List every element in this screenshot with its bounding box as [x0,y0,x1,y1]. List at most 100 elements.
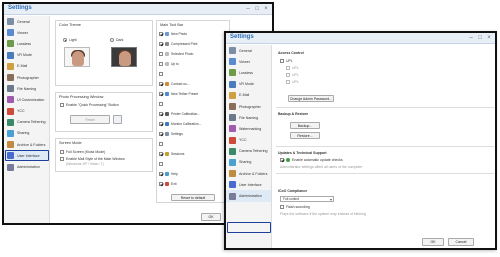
sidebar-item[interactable]: Viewer [226,56,271,67]
sidebar-item[interactable]: E-Mail [4,61,49,72]
close-icon[interactable]: × [486,35,492,41]
icc-compliance-select[interactable]: Full control [280,196,334,202]
toolbar-item-checkbox[interactable] [159,42,163,47]
toolbar-item-checkbox[interactable] [159,82,163,87]
sidebar-item[interactable]: File Naming [4,83,49,94]
toolbar-item-checkbox[interactable] [159,52,163,57]
sidebar-item-icon [7,62,14,70]
sidebar-item[interactable]: UI Customization [4,94,49,105]
auto-update-checkbox[interactable] [280,158,284,162]
light-theme-preview[interactable] [64,47,90,67]
sidebar-item[interactable]: Archive & Folders [4,139,49,150]
reset-button[interactable]: Reset [70,115,110,124]
cancel-button[interactable]: Cancel [448,238,474,246]
change-admin-password-button[interactable]: Change Admin Password... [288,95,334,102]
sidebar-item-label: E-Mail [239,93,250,98]
flash-sounding-checkbox[interactable] [280,205,284,209]
toolbar-item[interactable] [159,100,171,108]
sidebar-item[interactable]: Photographer [4,72,49,83]
window-controls: – □ × [245,6,269,12]
ok-button[interactable]: OK [422,238,444,246]
sidebar-item[interactable]: VR Mode [226,79,271,90]
toolbar-item-checkbox[interactable] [159,92,163,97]
sidebar-item[interactable]: File Naming [226,112,271,123]
toolbar-item-checkbox[interactable] [159,112,163,117]
toolbar-item-checkbox[interactable] [159,72,163,77]
toolbar-item[interactable]: Up to [159,60,179,68]
sidebar-item[interactable]: Sharing [4,128,49,139]
sidebar-item[interactable]: Administration [4,161,49,172]
reset-to-default-button[interactable]: Reset to default [171,194,215,201]
mail-style-checkbox[interactable] [60,157,64,161]
sidebar-item[interactable]: Camera Tethering [226,146,271,157]
toolbar-item-checkbox[interactable] [159,182,163,187]
toolbar-item-checkbox[interactable] [159,32,163,37]
ok-button[interactable]: OK [201,213,221,221]
minimize-icon[interactable]: – [245,6,251,12]
upl-checkbox[interactable] [280,59,284,63]
sidebar-item[interactable]: YCC [4,106,49,117]
toolbar-item-checkbox[interactable] [159,152,163,157]
minimize-icon[interactable]: – [468,35,474,41]
backup-button[interactable]: Backup... [290,122,320,129]
sidebar-item[interactable]: General [226,45,271,56]
toolbar-item-checkbox[interactable] [159,162,163,167]
light-theme-label: Light [69,38,77,42]
maximize-icon[interactable]: □ [477,35,483,41]
toolbar-item[interactable]: Compressed Print [159,40,197,48]
sidebar-item-icon [229,147,236,155]
toolbar-item[interactable] [159,140,171,148]
toolbar-item-checkbox[interactable] [159,142,163,147]
sidebar-item[interactable]: Lossless [226,67,271,78]
toolbar-item-icon [165,172,169,177]
sidebar-item-label: Archive & Folders [17,142,46,147]
toolbar-item[interactable]: Sessions [159,150,184,158]
toolbar-item[interactable]: New Tether Preset [159,90,198,98]
toolbar-item-checkbox[interactable] [159,172,163,177]
toolbar-item[interactable]: Printer Calibration... [159,110,200,118]
toolbar-item[interactable]: Settings [159,130,183,138]
toolbar-item[interactable]: Contact us... [159,80,190,88]
toolbar-item-checkbox[interactable] [159,132,163,137]
upl-sub-checkbox-3[interactable] [286,80,290,84]
sidebar-item[interactable]: General [4,16,49,27]
panel-title: Color Theme [59,23,81,27]
sidebar-item[interactable]: Lossless [4,38,49,49]
toolbar-item[interactable] [159,160,171,168]
full-screen-checkbox[interactable] [60,150,64,154]
restore-button[interactable]: Restore... [290,132,320,139]
sidebar-item[interactable]: YCC [226,135,271,146]
toolbar-item-checkbox[interactable] [159,62,163,67]
sidebar-item[interactable]: Watermarking [226,123,271,134]
sidebar-item[interactable]: Viewer [4,27,49,38]
sidebar-item[interactable]: Photographer [226,101,271,112]
upl-sub-checkbox-2[interactable] [286,73,290,77]
toolbar-item-checkbox[interactable] [159,102,163,107]
sidebar-item[interactable]: VR Mode [4,50,49,61]
toolbar-item[interactable]: Help [159,170,178,178]
light-theme-radio[interactable] [63,38,67,42]
sidebar-item[interactable]: User Interface [226,179,271,190]
sidebar-item[interactable]: Administration [226,190,271,202]
quick-processing-checkbox[interactable] [60,103,64,107]
sidebar-item-label: Administration [17,165,40,170]
sidebar-item-label: General [17,19,30,24]
close-icon[interactable]: × [263,6,269,12]
toolbar-item[interactable]: Selected Photo [159,50,193,58]
sidebar-item-icon [7,40,14,48]
toolbar-item[interactable]: Exit [159,180,177,188]
toolbar-item[interactable]: New Photo [159,30,187,38]
dark-theme-radio[interactable] [110,38,114,42]
sidebar-item[interactable]: Sharing [226,157,271,168]
dark-theme-preview[interactable] [111,47,137,67]
sidebar-item[interactable]: E-Mail [226,90,271,101]
auto-update-label: Enable automatic update checks [292,158,343,162]
toolbar-item-checkbox[interactable] [159,122,163,127]
sidebar-item[interactable]: Archive & Folders [226,168,271,179]
sidebar-item[interactable]: Camera Tethering [4,117,49,128]
upl-sub-checkbox-1[interactable] [286,66,290,70]
window-title: Settings [230,34,254,40]
toolbar-item[interactable]: Monitor Calibration... [159,120,201,128]
maximize-icon[interactable]: □ [254,6,260,12]
toolbar-item[interactable] [159,70,171,78]
